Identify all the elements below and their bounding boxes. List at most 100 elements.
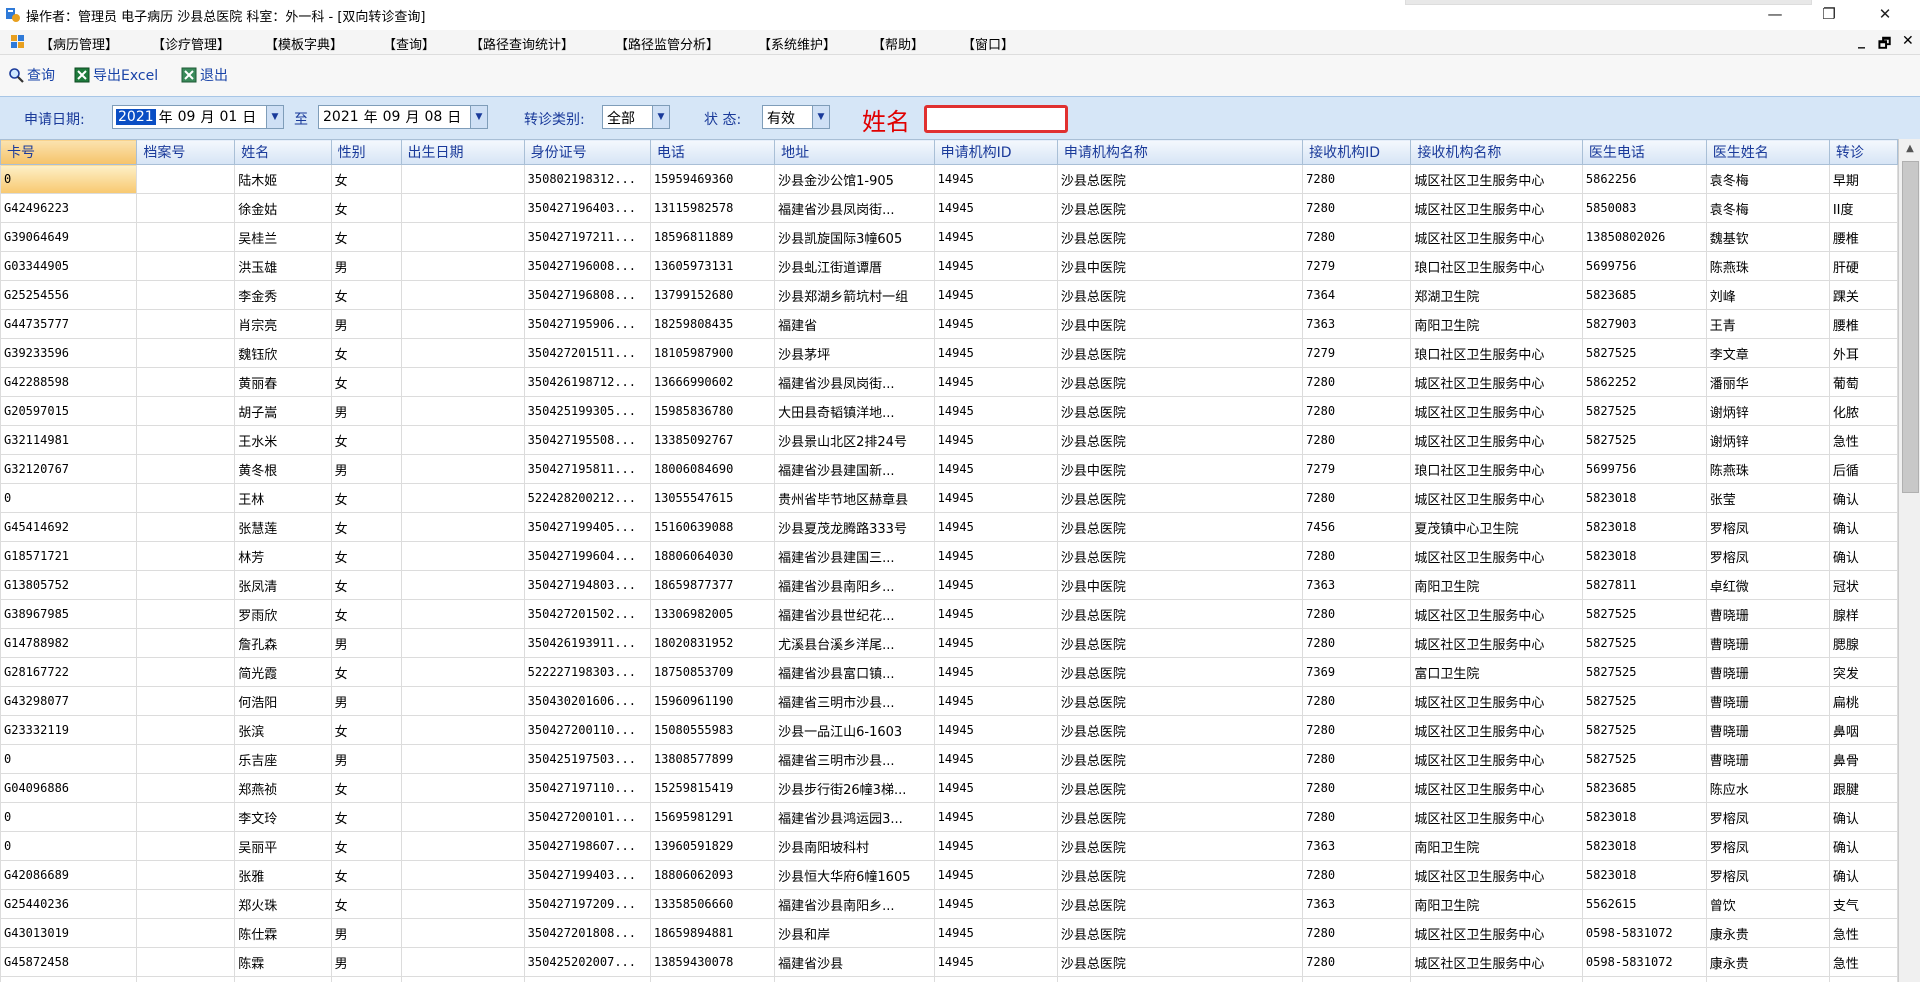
cell-doctor-phone[interactable]: 5823018	[1581, 512, 1707, 542]
cell-gender[interactable]: 女	[330, 570, 402, 600]
referral-type-dropdown[interactable]: ▼	[652, 106, 669, 128]
cell-phone[interactable]: 18259808435	[649, 309, 776, 339]
cell-gender[interactable]: 女	[330, 541, 402, 571]
cell-doctor-name[interactable]: 袁冬梅	[1705, 164, 1830, 194]
cell-apply-org-id[interactable]: 14945	[933, 599, 1058, 629]
menu-path-stats[interactable]: 【路径查询统计】	[470, 34, 574, 53]
scroll-up-icon[interactable]: ▲	[1899, 139, 1920, 159]
cell-id-card[interactable]: 350427197211...	[523, 222, 651, 252]
cell-apply-org-name[interactable]: 沙县总医院	[1056, 657, 1304, 687]
cell-apply-org-id[interactable]: 14945	[933, 280, 1058, 310]
cell-name[interactable]: 肖宗亮	[234, 309, 332, 339]
cell-card-no[interactable]: G25254556	[0, 280, 138, 310]
cell-file-no[interactable]	[136, 454, 236, 484]
cell-apply-org-name[interactable]: 沙县总医院	[1056, 860, 1304, 890]
cell-card-no[interactable]: G38967985	[0, 599, 138, 629]
cell-address[interactable]: 福建省沙县世纪花...	[774, 599, 935, 629]
cell-referral[interactable]: 外耳	[1828, 338, 1898, 368]
cell-name[interactable]: 简光霞	[234, 657, 332, 687]
cell-id-card[interactable]: 350427194803...	[523, 570, 651, 600]
cell-card-no[interactable]: G43298077	[0, 686, 138, 716]
start-date-picker[interactable]: 2021 年 09 月 01 日 ▼	[112, 105, 284, 129]
cell-referral[interactable]: 确认	[1828, 831, 1898, 861]
cell-address[interactable]: 沙县金沙公馆1-905	[774, 164, 935, 194]
cell-file-no[interactable]	[136, 744, 236, 774]
cell-phone[interactable]: 18806064030	[649, 541, 776, 571]
end-day[interactable]: 08	[424, 109, 442, 125]
vertical-scrollbar[interactable]: ▲	[1898, 139, 1920, 982]
cell-gender[interactable]: 女	[330, 860, 402, 890]
cell-receive-org-id[interactable]: 7280	[1302, 367, 1412, 397]
cell-apply-org-name[interactable]: 沙县总医院	[1056, 918, 1304, 948]
cell-receive-org-id[interactable]: 7363	[1302, 831, 1412, 861]
cell-doctor-phone[interactable]: 5823685	[1581, 773, 1707, 803]
cell-name[interactable]: 詹孔森	[234, 628, 332, 658]
cell-doctor-phone[interactable]: 5827525	[1581, 628, 1707, 658]
cell-apply-org-id[interactable]: 14945	[933, 193, 1058, 223]
cell-referral[interactable]: 跟腱	[1828, 773, 1898, 803]
cell-receive-org-id[interactable]: 7280	[1302, 222, 1412, 252]
cell-birth-date[interactable]	[400, 744, 525, 774]
cell-phone[interactable]: 13385092767	[649, 425, 776, 455]
cell-apply-org-id[interactable]: 14945	[933, 512, 1058, 542]
cell-card-no[interactable]: G42288598	[0, 367, 138, 397]
menu-medical-record[interactable]: 【病历管理】	[40, 34, 118, 53]
cell-doctor-phone[interactable]: 5827525	[1581, 425, 1707, 455]
cell-doctor-phone[interactable]: 5823018	[1581, 831, 1707, 861]
cell-birth-date[interactable]	[400, 976, 525, 982]
menu-treatment[interactable]: 【诊疗管理】	[152, 34, 230, 53]
table-row[interactable]: G03344905 洪玉雄男 350427196008... 13605973131 沙…	[0, 251, 1898, 281]
start-date-dropdown[interactable]: ▼	[266, 106, 283, 128]
cell-birth-date[interactable]	[400, 918, 525, 948]
cell-id-card[interactable]: 350426198712...	[523, 367, 651, 397]
cell-receive-org-id[interactable]: 7279	[1302, 454, 1412, 484]
column-header-birth-date[interactable]: 出生日期	[400, 139, 525, 165]
cell-phone[interactable]: 13859430078	[649, 947, 776, 977]
cell-phone[interactable]: 18020831952	[649, 628, 776, 658]
column-header-name[interactable]: 姓名	[234, 139, 332, 165]
start-day[interactable]: 01	[219, 109, 237, 125]
cell-name[interactable]: 徐金姑	[234, 193, 332, 223]
cell-card-no[interactable]: G23332119	[0, 715, 138, 745]
cell-doctor-name[interactable]: 曹晓珊	[1705, 628, 1830, 658]
cell-address[interactable]: 福建省三明市沙县...	[774, 686, 935, 716]
cell-id-card[interactable]: 350430201606...	[523, 686, 651, 716]
cell-receive-org-name[interactable]: 城区社区卫生服务中心	[1410, 425, 1583, 455]
cell-apply-org-id[interactable]: 14945	[933, 657, 1058, 687]
cell-apply-org-id[interactable]: 14945	[933, 889, 1058, 919]
cell-file-no[interactable]	[136, 512, 236, 542]
cell-phone[interactable]: 18750853709	[649, 657, 776, 687]
cell-address[interactable]: 福建省	[774, 309, 935, 339]
cell-card-no[interactable]: G13805752	[0, 570, 138, 600]
cell-referral[interactable]: 后循	[1828, 454, 1898, 484]
cell-gender[interactable]: 女	[330, 657, 402, 687]
mdi-close-button[interactable]: ✕	[1902, 33, 1914, 49]
cell-receive-org-id[interactable]: 7280	[1302, 918, 1412, 948]
cell-card-no[interactable]: 0	[0, 483, 138, 513]
cell-phone[interactable]: 13358506660	[649, 889, 776, 919]
cell-gender[interactable]: 女	[330, 338, 402, 368]
cell-receive-org-id[interactable]: 7280	[1302, 425, 1412, 455]
cell-birth-date[interactable]	[400, 309, 525, 339]
cell-file-no[interactable]	[136, 976, 236, 982]
cell-file-no[interactable]	[136, 396, 236, 426]
cell-birth-date[interactable]	[400, 570, 525, 600]
cell-phone[interactable]: 13799152680	[649, 280, 776, 310]
cell-address[interactable]: 沙县郑湖乡箭坑村一组	[774, 280, 935, 310]
cell-receive-org-name[interactable]: 城区社区卫生服务中心	[1410, 715, 1583, 745]
cell-doctor-phone[interactable]: 5827525	[1581, 686, 1707, 716]
cell-phone[interactable]: 13960591829	[649, 831, 776, 861]
cell-doctor-name[interactable]: 张莹	[1705, 483, 1830, 513]
cell-apply-org-name[interactable]: 沙县中医院	[1056, 251, 1304, 281]
cell-doctor-name[interactable]: 曹晓珊	[1705, 657, 1830, 687]
cell-doctor-name[interactable]: 王青	[1705, 309, 1830, 339]
cell-gender[interactable]: 女	[330, 599, 402, 629]
cell-receive-org-id[interactable]: 7280	[1302, 483, 1412, 513]
cell-receive-org-id[interactable]: 7280	[1302, 164, 1412, 194]
minimize-button[interactable]: —	[1752, 0, 1798, 30]
cell-phone[interactable]: 15160639088	[649, 512, 776, 542]
cell-doctor-phone[interactable]: 5850083	[1581, 193, 1707, 223]
cell-doctor-name[interactable]: 曾饮	[1705, 889, 1830, 919]
cell-phone[interactable]: 13808577899	[649, 744, 776, 774]
cell-receive-org-name[interactable]: 城区社区卫生服务中心	[1410, 860, 1583, 890]
